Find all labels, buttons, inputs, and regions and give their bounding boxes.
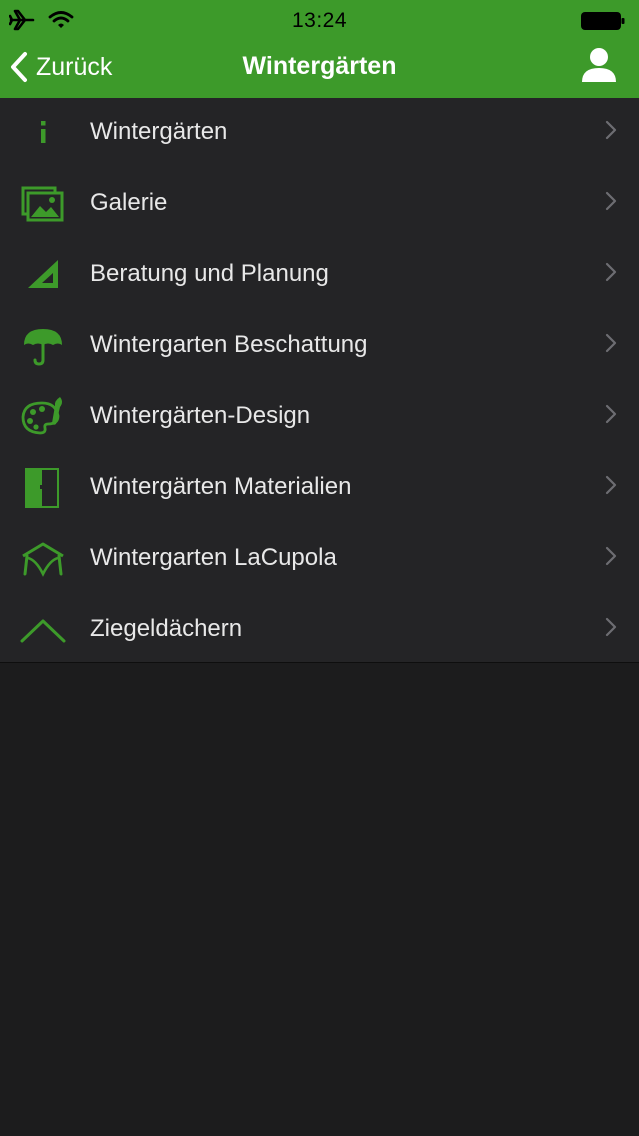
user-icon[interactable] xyxy=(581,46,617,84)
header: 13:24 Zurück Wintergärten xyxy=(0,0,639,98)
info-icon xyxy=(41,121,46,143)
menu-item-galerie[interactable]: Galerie xyxy=(0,169,639,240)
menu-list: Wintergärten Galerie Beratung und Planun… xyxy=(0,98,639,663)
menu-item-beschattung[interactable]: Wintergarten Beschattung xyxy=(0,311,639,382)
menu-item-label: Wintergärten-Design xyxy=(90,402,311,429)
chevron-right-icon xyxy=(605,120,617,140)
status-time: 13:24 xyxy=(291,9,348,32)
battery-icon xyxy=(581,12,625,30)
palette-icon xyxy=(21,397,62,435)
chevron-right-icon xyxy=(605,617,617,637)
chevron-right-icon xyxy=(605,475,617,495)
screen: 13:24 Zurück Wintergärten Wintergärten G… xyxy=(0,0,639,1136)
material-panel-icon xyxy=(25,468,59,508)
gallery-icon xyxy=(21,186,64,222)
roof-icon xyxy=(20,619,66,643)
menu-item-label: Beratung und Planung xyxy=(90,260,329,287)
cupola-icon xyxy=(22,542,64,577)
chevron-right-icon xyxy=(605,262,617,282)
chevron-right-icon xyxy=(605,546,617,566)
menu-item-materialien[interactable]: Wintergärten Materialien xyxy=(0,453,639,524)
menu-item-lacupola[interactable]: Wintergarten LaCupola xyxy=(0,524,639,595)
menu-item-label: Ziegeldächern xyxy=(90,615,243,642)
chevron-right-icon xyxy=(605,191,617,211)
status-bar: 13:24 xyxy=(0,0,639,40)
menu-item-label: Wintergarten LaCupola xyxy=(90,544,337,571)
page-title: Wintergärten xyxy=(242,52,397,80)
menu-item-label: Wintergärten Materialien xyxy=(90,473,352,500)
menu-item-ziegeldaechern[interactable]: Ziegeldächern xyxy=(0,595,639,666)
menu-item-beratung[interactable]: Beratung und Planung xyxy=(0,240,639,311)
chevron-right-icon xyxy=(605,404,617,424)
menu-item-label: Galerie xyxy=(90,189,168,216)
menu-item-label: Wintergärten xyxy=(90,118,228,145)
menu-item-wintergaerten[interactable]: Wintergärten xyxy=(0,98,639,169)
umbrella-icon xyxy=(24,329,62,366)
chevron-right-icon xyxy=(605,333,617,353)
menu-item-design[interactable]: Wintergärten-Design xyxy=(0,382,639,453)
nav-bar: Zurück Wintergärten xyxy=(0,40,639,98)
menu-item-label: Wintergarten Beschattung xyxy=(90,331,368,358)
triangle-ruler-icon xyxy=(28,260,58,288)
